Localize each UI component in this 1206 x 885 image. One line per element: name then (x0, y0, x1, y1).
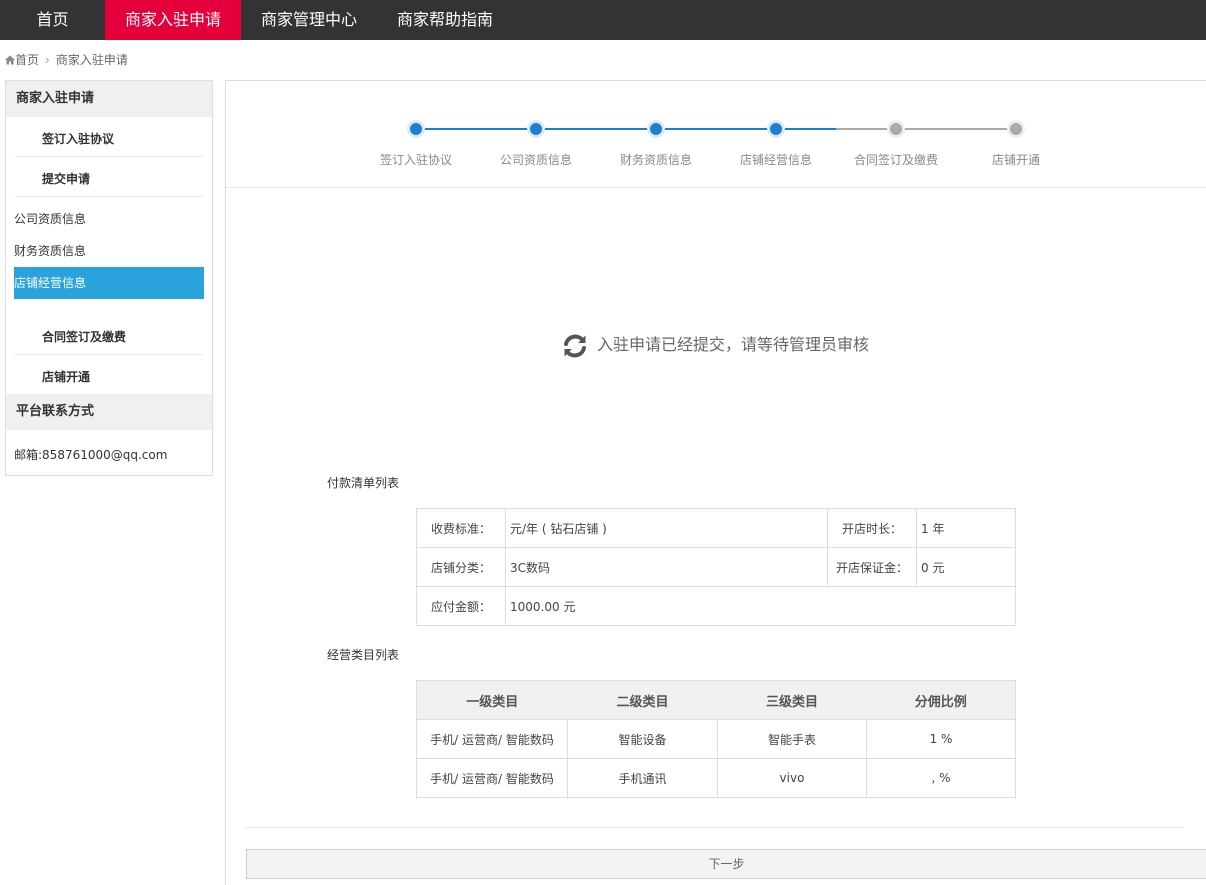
table-row: 手机/ 运营商/ 智能数码 手机通讯 vivo , % (416, 758, 1016, 798)
table-cell: 智能设备 (567, 719, 718, 759)
deposit-label: 开店保证金： (827, 547, 917, 587)
category-label: 店铺分类： (416, 547, 506, 587)
column-header: 三级类目 (717, 680, 867, 720)
table-cell: vivo (717, 758, 867, 798)
divider (244, 827, 1184, 828)
sidebar: 商家入驻申请 签订入驻协议 提交申请 公司资质信息 财务资质信息 店铺经营信息 … (5, 80, 213, 476)
progress-line-pending (836, 128, 1016, 130)
nav-item-merchant-apply[interactable]: 商家入驻申请 (105, 0, 241, 40)
category-value: 3C数码 (505, 547, 828, 587)
table-row: 店铺分类： 3C数码 开店保证金： 0 元 (416, 547, 1016, 587)
duration-value: 1 年 (916, 508, 1016, 548)
refresh-icon (564, 334, 586, 357)
category-section-title: 经营类目列表 (327, 648, 400, 662)
category-table: 一级类目 二级类目 三级类目 分佣比例 手机/ 运营商/ 智能数码 智能设备 智… (416, 680, 1016, 798)
breadcrumb-current: 商家入驻申请 (55, 53, 128, 67)
column-header: 一级类目 (416, 680, 568, 720)
table-cell: , % (866, 758, 1016, 798)
sidebar-step-open-store[interactable]: 店铺开通 (42, 368, 90, 385)
table-cell: 1 % (866, 719, 1016, 759)
contact-email: 邮箱:858761000@qq.com (14, 448, 168, 462)
nav-item-merchant-center[interactable]: 商家管理中心 (241, 0, 377, 40)
fee-standard-label: 收费标准： (416, 508, 506, 548)
top-nav: 首页 商家入驻申请 商家管理中心 商家帮助指南 (0, 0, 1206, 40)
progress-label-5: 合同签订及缴费 (853, 153, 938, 167)
contact-title: 平台联系方式 (6, 394, 212, 430)
fee-section-title: 付款清单列表 (327, 476, 400, 490)
main-panel: 签订入驻协议 公司资质信息 财务资质信息 店铺经营信息 合同签订及缴费 店铺开通… (225, 80, 1206, 885)
home-icon (5, 55, 15, 65)
progress-label-1: 签订入驻协议 (379, 153, 452, 167)
sidebar-item-finance-qualification[interactable]: 财务资质信息 (14, 235, 204, 267)
nav-item-merchant-help[interactable]: 商家帮助指南 (377, 0, 513, 40)
breadcrumb: 首页 › 商家入驻申请 (5, 52, 128, 68)
fee-table: 收费标准： 元/年 ( 钻石店铺 ) 开店时长： 1 年 店铺分类： 3C数码 … (416, 508, 1016, 626)
progress-dot-2 (530, 123, 542, 135)
divider (14, 196, 204, 197)
sidebar-step-contract[interactable]: 合同签订及缴费 (42, 328, 126, 345)
amount-label: 应付金额： (416, 586, 506, 626)
progress-dot-5 (890, 123, 902, 135)
progress-dot-4 (770, 123, 782, 135)
deposit-value: 0 元 (916, 547, 1016, 587)
divider (14, 354, 204, 355)
table-cell: 手机/ 运营商/ 智能数码 (416, 719, 568, 759)
sidebar-step-agreement[interactable]: 签订入驻协议 (42, 130, 114, 147)
progress-label-6: 店铺开通 (991, 153, 1040, 167)
notice-text: 入驻申请已经提交，请等待管理员审核 (597, 335, 870, 354)
column-header: 二级类目 (567, 680, 718, 720)
progress-dot-1 (410, 123, 422, 135)
sidebar-step-submit[interactable]: 提交申请 (42, 170, 90, 187)
fee-standard-value: 元/年 ( 钻石店铺 ) (505, 508, 828, 548)
chevron-right-icon: › (45, 53, 50, 67)
table-row: 手机/ 运营商/ 智能数码 智能设备 智能手表 1 % (416, 719, 1016, 759)
column-header: 分佣比例 (866, 680, 1016, 720)
table-row: 收费标准： 元/年 ( 钻石店铺 ) 开店时长： 1 年 (416, 508, 1016, 548)
nav-item-home[interactable]: 首页 (0, 0, 105, 40)
progress-dot-3 (650, 123, 662, 135)
divider (14, 156, 204, 157)
table-cell: 手机通讯 (567, 758, 718, 798)
progress-label-2: 公司资质信息 (499, 153, 572, 167)
progress-label-3: 财务资质信息 (619, 153, 692, 167)
progress-label-4: 店铺经营信息 (739, 153, 812, 167)
duration-label: 开店时长： (827, 508, 917, 548)
progress-dot-6 (1010, 123, 1022, 135)
amount-value: 1000.00 元 (505, 586, 1016, 626)
sidebar-item-store-operation[interactable]: 店铺经营信息 (14, 267, 204, 299)
table-row: 应付金额： 1000.00 元 (416, 586, 1016, 626)
divider (226, 187, 1206, 188)
breadcrumb-home[interactable]: 首页 (15, 53, 39, 67)
submit-notice: 入驻申请已经提交，请等待管理员审核 (561, 331, 869, 360)
sidebar-item-company-qualification[interactable]: 公司资质信息 (14, 203, 204, 235)
table-header-row: 一级类目 二级类目 三级类目 分佣比例 (416, 680, 1016, 720)
table-cell: 手机/ 运营商/ 智能数码 (416, 758, 568, 798)
table-cell: 智能手表 (717, 719, 867, 759)
next-step-button[interactable]: 下一步 (246, 849, 1206, 879)
sidebar-title: 商家入驻申请 (6, 81, 212, 117)
